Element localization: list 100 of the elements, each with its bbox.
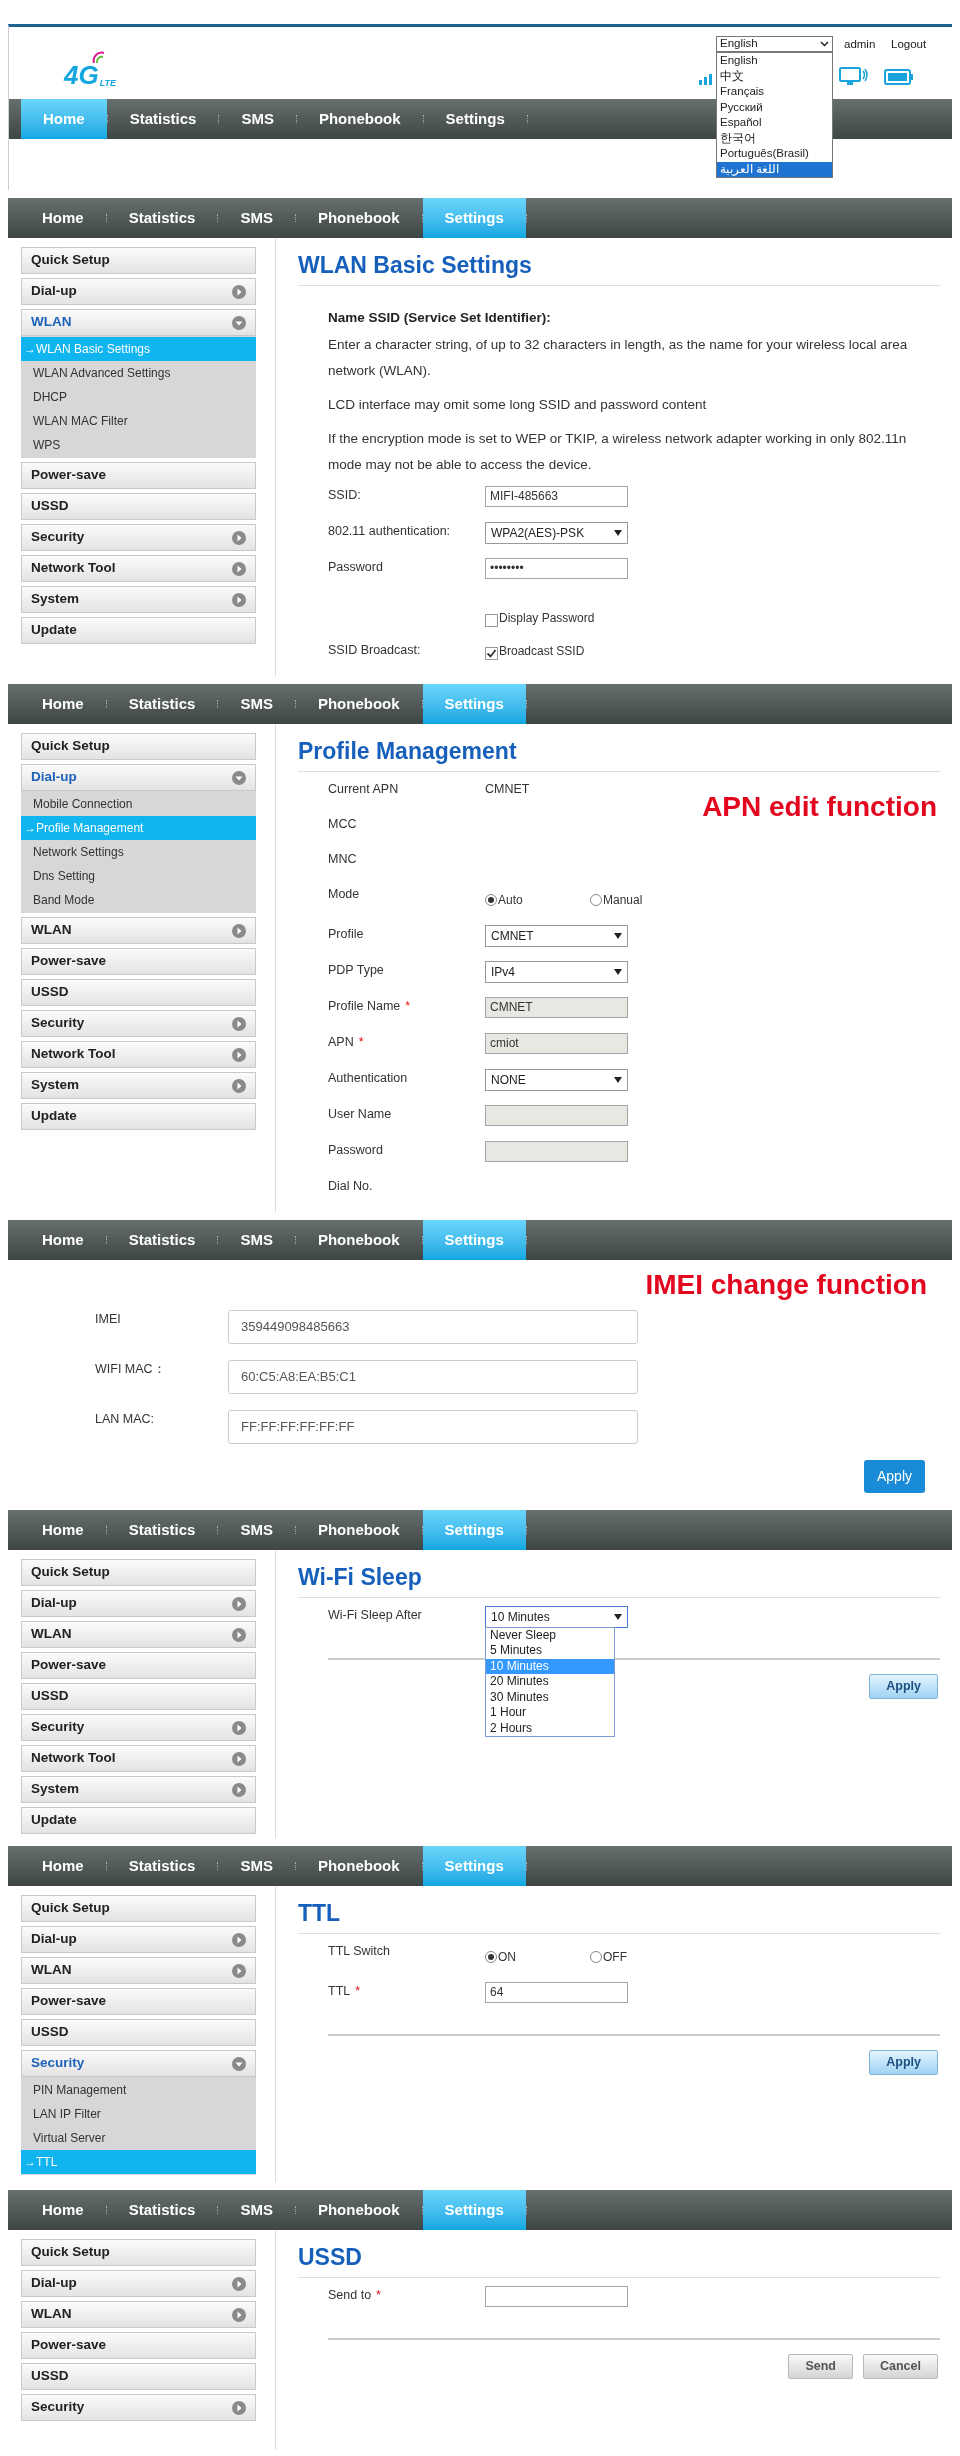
nav-tab[interactable]: Phonebook: [295, 2190, 422, 2230]
menu-item[interactable]: System: [21, 1072, 256, 1099]
select-field[interactable]: 10 Minutes: [485, 1605, 628, 1628]
nav-tab[interactable]: Phonebook: [296, 99, 423, 139]
nav-tab[interactable]: SMS: [219, 99, 296, 139]
nav-tab[interactable]: Phonebook: [295, 684, 422, 724]
action-button[interactable]: Send: [788, 2353, 853, 2379]
nav-tab[interactable]: Statistics: [106, 1510, 218, 1550]
menu-item[interactable]: WLAN: [21, 2301, 256, 2328]
menu-item[interactable]: Network Tool: [21, 555, 256, 582]
nav-tab[interactable]: Home: [20, 1220, 106, 1260]
submenu-item[interactable]: DHCP: [21, 385, 256, 409]
nav-tab[interactable]: SMS: [218, 684, 295, 724]
menu-item[interactable]: Update: [21, 1103, 256, 1130]
menu-item[interactable]: Security: [21, 2050, 256, 2077]
dropdown-option[interactable]: 30 Minutes: [486, 1689, 614, 1705]
nav-tab[interactable]: SMS: [218, 198, 295, 238]
dropdown-option[interactable]: Français: [717, 84, 832, 100]
nav-tab[interactable]: Statistics: [106, 2190, 218, 2230]
radio-button[interactable]: [485, 1950, 497, 1963]
menu-item[interactable]: WLAN: [21, 1621, 256, 1648]
nav-tab[interactable]: Phonebook: [295, 198, 422, 238]
menu-item[interactable]: Dial-up: [21, 764, 256, 791]
menu-item[interactable]: USSD: [21, 979, 256, 1006]
menu-item[interactable]: Network Tool: [21, 1041, 256, 1068]
menu-item[interactable]: USSD: [21, 2019, 256, 2046]
menu-item[interactable]: Power-save: [21, 1652, 256, 1679]
nav-tab[interactable]: Phonebook: [295, 1510, 422, 1550]
input-field[interactable]: ••••••••: [485, 557, 628, 579]
submenu-item[interactable]: LAN IP Filter: [21, 2102, 256, 2126]
menu-item[interactable]: Update: [21, 1807, 256, 1834]
submenu-item[interactable]: Virtual Server: [21, 2126, 256, 2150]
nav-tab[interactable]: Statistics: [106, 684, 218, 724]
nav-tab[interactable]: Statistics: [106, 1846, 218, 1886]
dropdown-option[interactable]: 中文: [717, 68, 832, 84]
nav-tab[interactable]: Statistics: [107, 99, 219, 139]
radio-option[interactable]: Auto: [485, 890, 590, 909]
menu-item[interactable]: Network Tool: [21, 1745, 256, 1772]
menu-item[interactable]: Quick Setup: [21, 1559, 256, 1586]
action-button[interactable]: Apply: [869, 2049, 938, 2075]
submenu-item[interactable]: WPS: [21, 433, 256, 457]
nav-tab[interactable]: Settings: [423, 99, 527, 139]
input-field[interactable]: [485, 2285, 628, 2307]
submenu-item[interactable]: Band Mode: [21, 888, 256, 912]
submenu-item[interactable]: Network Settings: [21, 840, 256, 864]
menu-item[interactable]: Security: [21, 2394, 256, 2421]
nav-tab[interactable]: Phonebook: [295, 1846, 422, 1886]
submenu-item[interactable]: WLAN MAC Filter: [21, 409, 256, 433]
nav-tab[interactable]: SMS: [218, 1510, 295, 1550]
dropdown-option[interactable]: Português(Brasil): [717, 146, 832, 162]
submenu-item[interactable]: Mobile Connection: [21, 792, 256, 816]
dropdown-option[interactable]: 한국어: [717, 130, 832, 146]
menu-item[interactable]: Quick Setup: [21, 247, 256, 274]
submenu-item[interactable]: WLAN Advanced Settings: [21, 361, 256, 385]
input-field[interactable]: 64: [485, 1981, 628, 2003]
menu-item[interactable]: Power-save: [21, 462, 256, 489]
input-field[interactable]: FF:FF:FF:FF:FF:FF: [228, 1410, 638, 1444]
dropdown-option[interactable]: 5 Minutes: [486, 1643, 614, 1659]
menu-item[interactable]: WLAN: [21, 917, 256, 944]
menu-item[interactable]: Dial-up: [21, 2270, 256, 2297]
menu-item[interactable]: USSD: [21, 1683, 256, 1710]
select-field[interactable]: CMNET: [485, 924, 628, 947]
dropdown-option[interactable]: English: [717, 53, 832, 69]
menu-item[interactable]: Security: [21, 1714, 256, 1741]
nav-tab[interactable]: Home: [20, 1846, 106, 1886]
nav-tab[interactable]: Statistics: [106, 198, 218, 238]
radio-option[interactable]: OFF: [590, 1947, 695, 1966]
menu-item[interactable]: Dial-up: [21, 1590, 256, 1617]
select-field[interactable]: WPA2(AES)-PSK: [485, 521, 628, 544]
language-select[interactable]: English: [716, 36, 833, 52]
action-button[interactable]: Apply: [863, 1460, 925, 1493]
menu-item[interactable]: Power-save: [21, 1988, 256, 2015]
select-field[interactable]: IPv4: [485, 960, 628, 983]
menu-item[interactable]: Dial-up: [21, 278, 256, 305]
logout-link[interactable]: Logout: [891, 36, 927, 54]
nav-tab[interactable]: SMS: [218, 1220, 295, 1260]
nav-tab[interactable]: Phonebook: [295, 1220, 422, 1260]
nav-tab[interactable]: Home: [20, 198, 106, 238]
select-field[interactable]: NONE: [485, 1068, 628, 1091]
menu-item[interactable]: Power-save: [21, 948, 256, 975]
action-button[interactable]: Cancel: [863, 2353, 938, 2379]
checkbox[interactable]: [485, 613, 498, 627]
menu-item[interactable]: USSD: [21, 493, 256, 520]
menu-item[interactable]: Security: [21, 524, 256, 551]
menu-item[interactable]: Security: [21, 1010, 256, 1037]
radio-button[interactable]: [590, 893, 602, 906]
menu-item[interactable]: WLAN: [21, 1957, 256, 1984]
menu-item[interactable]: Quick Setup: [21, 1895, 256, 1922]
radio-option[interactable]: Manual: [590, 890, 695, 909]
nav-tab[interactable]: Home: [20, 684, 106, 724]
action-button[interactable]: Apply: [869, 1673, 938, 1699]
nav-tab[interactable]: Home: [20, 2190, 106, 2230]
input-field[interactable]: 359449098485663: [228, 1310, 638, 1344]
submenu-item[interactable]: PIN Management: [21, 2078, 256, 2102]
input-field[interactable]: MIFI-485663: [485, 485, 628, 507]
menu-item[interactable]: Dial-up: [21, 1926, 256, 1953]
menu-item[interactable]: Power-save: [21, 2332, 256, 2359]
dropdown-option[interactable]: 2 Hours: [486, 1720, 614, 1736]
menu-item[interactable]: WLAN: [21, 309, 256, 336]
dropdown-option[interactable]: 1 Hour: [486, 1705, 614, 1721]
